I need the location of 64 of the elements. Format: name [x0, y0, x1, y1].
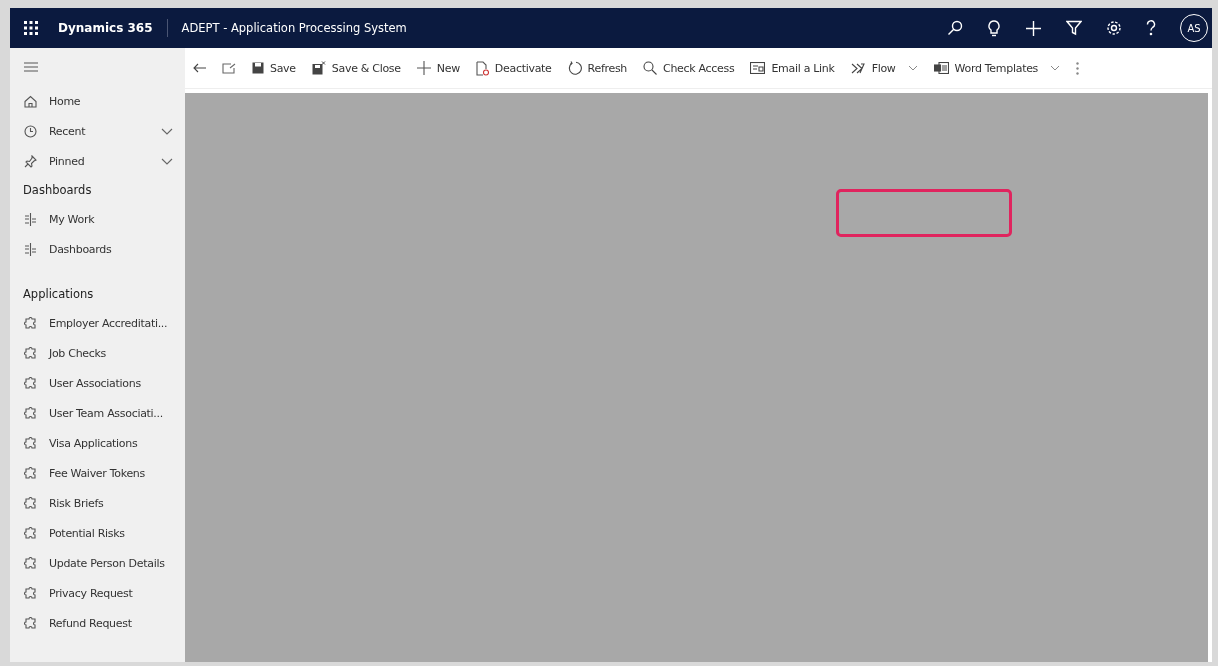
nav-item[interactable]: User Associations [10, 368, 185, 398]
nav-item[interactable]: User Team Associati... [10, 398, 185, 428]
nav-item[interactable]: Pinned [10, 146, 185, 176]
document-template-icon [933, 62, 949, 74]
lightbulb-icon[interactable] [987, 19, 1001, 37]
toolbar-button[interactable]: New [416, 61, 460, 75]
pin-icon [24, 154, 37, 168]
nav-item[interactable]: Update Person Details [10, 548, 185, 578]
chevron-down-icon[interactable] [161, 157, 173, 165]
puzzle-icon [24, 376, 37, 390]
refresh-icon [567, 61, 582, 75]
toolbar-button[interactable]: Email a Link [750, 61, 835, 75]
toolbar-button[interactable]: Save & Close [311, 61, 401, 75]
app-launcher-icon[interactable] [24, 21, 38, 35]
puzzle-icon [24, 616, 37, 630]
section-heading: Dashboards [22, 182, 93, 199]
settings-icon[interactable] [1106, 20, 1122, 36]
more-options-icon[interactable] [1076, 61, 1080, 75]
puzzle-icon [24, 346, 37, 360]
puzzle-icon [24, 496, 37, 510]
flow-icon [850, 62, 866, 74]
nav-item[interactable]: Refund Request [10, 608, 185, 638]
puzzle-icon [24, 406, 37, 420]
toolbar-button[interactable]: Save [252, 61, 296, 75]
filter-icon[interactable] [1066, 20, 1082, 36]
puzzle-icon [24, 466, 37, 480]
chevron-down-icon[interactable] [161, 127, 173, 135]
app-name[interactable]: Dynamics 365 [58, 21, 153, 35]
toolbar-button[interactable]: Deactivate [475, 60, 552, 76]
nav-item[interactable]: Recent [10, 116, 185, 146]
nav-item[interactable]: Fee Waiver Tokens [10, 458, 185, 488]
nav-item[interactable]: My Work [10, 204, 185, 234]
clock-icon [24, 124, 37, 138]
nav-item[interactable]: Dashboards [10, 234, 185, 264]
puzzle-icon [24, 556, 37, 570]
nav-item[interactable]: Privacy Request [10, 578, 185, 608]
nav-item[interactable]: Home [10, 86, 185, 116]
dashboard-icon [24, 212, 37, 226]
section-heading: Applications [22, 286, 95, 303]
plus-icon [416, 61, 431, 75]
nav-item[interactable]: Potential Risks [10, 518, 185, 548]
toolbar-button[interactable]: Refresh [567, 61, 628, 75]
dashboard-icon [24, 242, 37, 256]
home-icon [24, 94, 37, 108]
email-link-icon [750, 62, 766, 74]
nav-item[interactable]: Employer Accreditati... [10, 308, 185, 338]
nav-item[interactable]: Visa Applications [10, 428, 185, 458]
puzzle-icon [24, 526, 37, 540]
document-icon [475, 60, 489, 76]
puzzle-icon [24, 316, 37, 330]
search-icon[interactable] [947, 20, 963, 36]
nav-item[interactable]: Job Checks [10, 338, 185, 368]
puzzle-icon [24, 436, 37, 450]
popout-icon[interactable] [222, 62, 236, 74]
app-title: ADEPT - Application Processing System [181, 21, 407, 35]
nav-item[interactable]: Risk Briefs [10, 488, 185, 518]
plus-icon[interactable] [1025, 19, 1042, 37]
toolbar-button[interactable]: Word Templates [933, 61, 1061, 75]
help-icon[interactable] [1146, 20, 1156, 36]
toolbar-button[interactable]: Check Access [643, 61, 735, 75]
puzzle-icon [24, 586, 37, 600]
magnifier-icon [643, 61, 658, 75]
toolbar-button[interactable]: Flow [850, 61, 918, 75]
back-arrow-icon[interactable] [193, 63, 206, 73]
